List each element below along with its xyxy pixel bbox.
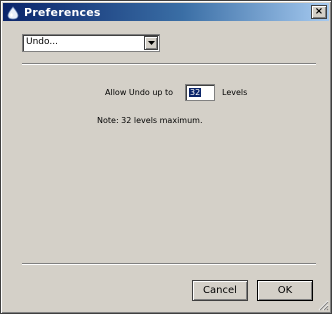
undo-levels-input[interactable]: 32 (185, 84, 215, 101)
ok-button[interactable]: OK (257, 280, 313, 301)
close-button[interactable]: × (311, 5, 327, 19)
levels-note: Note: 32 levels maximum. (97, 116, 203, 125)
app-drop-icon (6, 5, 20, 20)
undo-levels-value: 32 (189, 88, 202, 97)
preferences-window: Preferences × Undo... Allow Undo up to 3… (0, 0, 332, 314)
window-title: Preferences (24, 5, 101, 19)
separator-top (22, 63, 316, 65)
close-icon: × (314, 6, 324, 17)
category-dropdown-value: Undo... (26, 37, 58, 47)
ok-button-label: OK (277, 285, 293, 296)
dropdown-arrow-button[interactable] (144, 36, 158, 50)
cancel-button[interactable]: Cancel (192, 280, 248, 301)
cancel-button-label: Cancel (203, 285, 237, 296)
levels-label: Levels (222, 88, 248, 97)
category-dropdown[interactable]: Undo... (22, 34, 160, 52)
separator-bottom (22, 263, 316, 265)
chevron-down-icon (147, 41, 155, 45)
allow-undo-label: Allow Undo up to (105, 88, 174, 97)
resize-grip-icon[interactable] (318, 300, 329, 311)
title-bar[interactable]: Preferences × (3, 3, 329, 21)
